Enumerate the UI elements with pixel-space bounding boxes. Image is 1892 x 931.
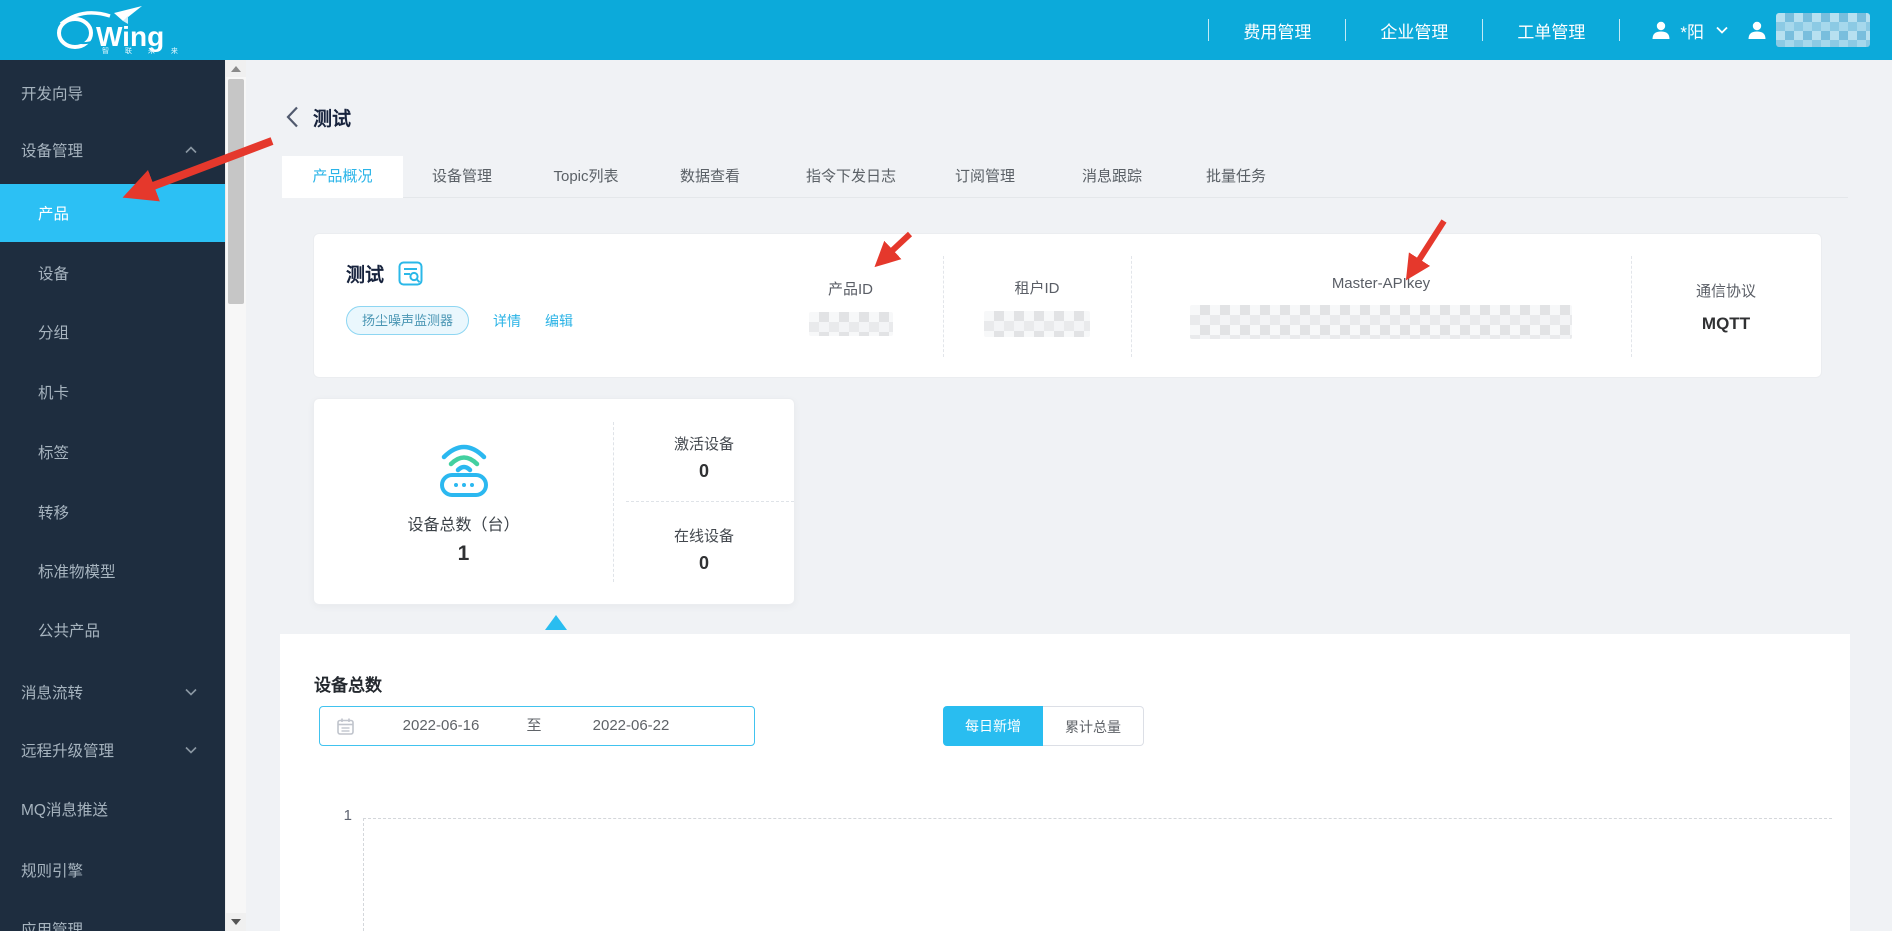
device-wifi-icon bbox=[439, 444, 488, 497]
triangle-down-icon bbox=[231, 919, 241, 925]
tenant-id-label: 租户ID bbox=[1014, 279, 1060, 297]
sidebar-item-rule-engine[interactable]: 规则引擎 bbox=[0, 841, 225, 899]
protocol-value: MQTT bbox=[1701, 313, 1751, 333]
tab-batch-task[interactable]: 批量任务 bbox=[1206, 156, 1266, 198]
back-icon[interactable] bbox=[286, 106, 299, 128]
sidebar-item-mq-push[interactable]: MQ消息推送 bbox=[0, 780, 225, 838]
redacted-apikey bbox=[1190, 304, 1572, 339]
chart-gridline-top bbox=[363, 818, 1832, 819]
sidebar-item-public-product[interactable]: 公共产品 bbox=[0, 601, 225, 659]
device-stats-card: 设备总数（台） 1 激活设备 0 在线设备 0 bbox=[313, 398, 795, 605]
section-title: 设备总数 bbox=[314, 676, 382, 695]
protocol-column: 通信协议 MQTT bbox=[1631, 256, 1821, 357]
toggle-cumulative[interactable]: 累计总量 bbox=[1043, 706, 1144, 746]
chevron-up-icon bbox=[185, 146, 197, 154]
product-id-column: 产品ID bbox=[758, 256, 944, 357]
nav-fee-management[interactable]: 费用管理 bbox=[1209, 18, 1345, 43]
redacted-product-id bbox=[808, 311, 893, 336]
sidebar-item-dev-wizard[interactable]: 开发向导 bbox=[0, 64, 225, 122]
detail-link[interactable]: 详情 bbox=[493, 311, 521, 331]
online-devices-cell: 在线设备 0 bbox=[614, 509, 794, 589]
date-start-value[interactable]: 2022-06-16 bbox=[403, 707, 480, 745]
tab-message-trace[interactable]: 消息跟踪 bbox=[1082, 156, 1142, 198]
chart-ytick-1: 1 bbox=[343, 807, 352, 824]
header-nav: 费用管理 企业管理 工单管理 *阳 bbox=[1208, 0, 1892, 60]
toggle-daily-new[interactable]: 每日新增 bbox=[943, 706, 1043, 746]
tab-device-management[interactable]: 设备管理 bbox=[432, 156, 492, 198]
device-total-block: 设备总数（台） 1 bbox=[314, 399, 613, 606]
top-header: Wing 智 联 未 来 费用管理 企业管理 工单管理 *阳 bbox=[0, 0, 1892, 60]
activated-devices-value: 0 bbox=[698, 460, 709, 481]
activated-devices-cell: 激活设备 0 bbox=[614, 417, 794, 497]
online-devices-label: 在线设备 bbox=[673, 527, 734, 545]
protocol-label: 通信协议 bbox=[1695, 282, 1756, 300]
tabbar-underline bbox=[282, 197, 1848, 198]
nav-workorder-management[interactable]: 工单管理 bbox=[1483, 18, 1619, 43]
apikey-column: Master-APIkey bbox=[1131, 256, 1632, 357]
chevron-down-icon bbox=[185, 746, 197, 754]
user2-icon[interactable] bbox=[1746, 19, 1768, 41]
nav-enterprise-management[interactable]: 企业管理 bbox=[1346, 18, 1482, 43]
sidebar-item-transfer[interactable]: 转移 bbox=[0, 483, 225, 541]
sidebar-item-product[interactable]: 产品 bbox=[0, 184, 225, 242]
tab-data-view[interactable]: 数据查看 bbox=[680, 156, 740, 198]
activated-devices-label: 激活设备 bbox=[673, 435, 734, 453]
device-total-value: 1 bbox=[457, 542, 470, 565]
panel-pointer-triangle bbox=[545, 615, 567, 630]
sidebar-item-standard-model[interactable]: 标准物模型 bbox=[0, 542, 225, 600]
online-devices-value: 0 bbox=[698, 552, 709, 573]
doc-search-icon[interactable] bbox=[398, 261, 423, 286]
sidebar-item-message-flow[interactable]: 消息流转 bbox=[0, 663, 225, 721]
redacted-account-name bbox=[1776, 13, 1870, 47]
date-separator: 至 bbox=[526, 717, 542, 734]
product-id-label: 产品ID bbox=[827, 280, 873, 298]
product-info-card: 测试 扬尘噪声监测器 详情 编辑 产品ID 租户ID Master-APIkey bbox=[313, 233, 1822, 378]
product-name-row: 测试 bbox=[346, 260, 423, 287]
sidebar: 开发向导 设备管理 产品 设备 分组 机卡 标签 转移 标准物模型 公共产品 消… bbox=[0, 60, 225, 931]
user-name: *阳 bbox=[1680, 22, 1704, 42]
scroll-up-button[interactable] bbox=[226, 60, 246, 77]
chevron-down-icon bbox=[185, 688, 197, 696]
edit-link[interactable]: 编辑 bbox=[545, 311, 573, 331]
scroll-down-button[interactable] bbox=[226, 913, 246, 931]
product-name: 测试 bbox=[346, 265, 385, 286]
device-trend-panel bbox=[280, 634, 1850, 931]
logo-subtitle: 智 联 未 来 bbox=[102, 48, 185, 55]
device-total-label: 设备总数（台） bbox=[407, 517, 520, 534]
tenant-id-column: 租户ID bbox=[943, 256, 1132, 357]
product-tag-row: 扬尘噪声监测器 详情 编辑 bbox=[346, 306, 573, 335]
apikey-label: Master-APIkey bbox=[1331, 274, 1431, 292]
tab-subscription[interactable]: 订阅管理 bbox=[955, 156, 1015, 198]
chart-mode-toggle: 每日新增 累计总量 bbox=[943, 706, 1144, 746]
tab-command-log[interactable]: 指令下发日志 bbox=[806, 156, 896, 198]
scrollbar-thumb[interactable] bbox=[228, 79, 244, 304]
page-title: 测试 bbox=[313, 109, 352, 130]
chevron-down-icon bbox=[1716, 26, 1728, 34]
triangle-up-icon bbox=[231, 65, 241, 72]
sidebar-item-tag[interactable]: 标签 bbox=[0, 423, 225, 481]
user-icon bbox=[1652, 21, 1670, 39]
stats-divider-horizontal bbox=[626, 501, 794, 502]
date-range-picker[interactable]: 2022-06-16 至 2022-06-22 bbox=[319, 706, 755, 746]
app-window: Wing 智 联 未 来 费用管理 企业管理 工单管理 *阳 开发向导 设备管理… bbox=[0, 0, 1892, 931]
chart-gridline-left bbox=[363, 818, 364, 931]
sidebar-item-device[interactable]: 设备 bbox=[0, 244, 225, 302]
sidebar-item-remote-upgrade[interactable]: 远程升级管理 bbox=[0, 721, 225, 779]
sidebar-item-device-management[interactable]: 设备管理 bbox=[0, 121, 225, 179]
sidebar-item-sim-card[interactable]: 机卡 bbox=[0, 363, 225, 421]
redacted-tenant-id bbox=[984, 310, 1090, 337]
product-category-tag: 扬尘噪声监测器 bbox=[346, 306, 470, 335]
sidebar-item-app-management[interactable]: 应用管理 bbox=[0, 900, 225, 931]
date-end-value[interactable]: 2022-06-22 bbox=[593, 707, 670, 745]
sidebar-scrollbar[interactable] bbox=[225, 60, 246, 931]
tab-topic-list[interactable]: Topic列表 bbox=[553, 156, 618, 198]
tab-product-overview[interactable]: 产品概况 bbox=[282, 156, 403, 198]
sidebar-item-group[interactable]: 分组 bbox=[0, 303, 225, 361]
user-menu[interactable]: *阳 bbox=[1620, 18, 1746, 43]
calendar-icon bbox=[337, 718, 354, 735]
